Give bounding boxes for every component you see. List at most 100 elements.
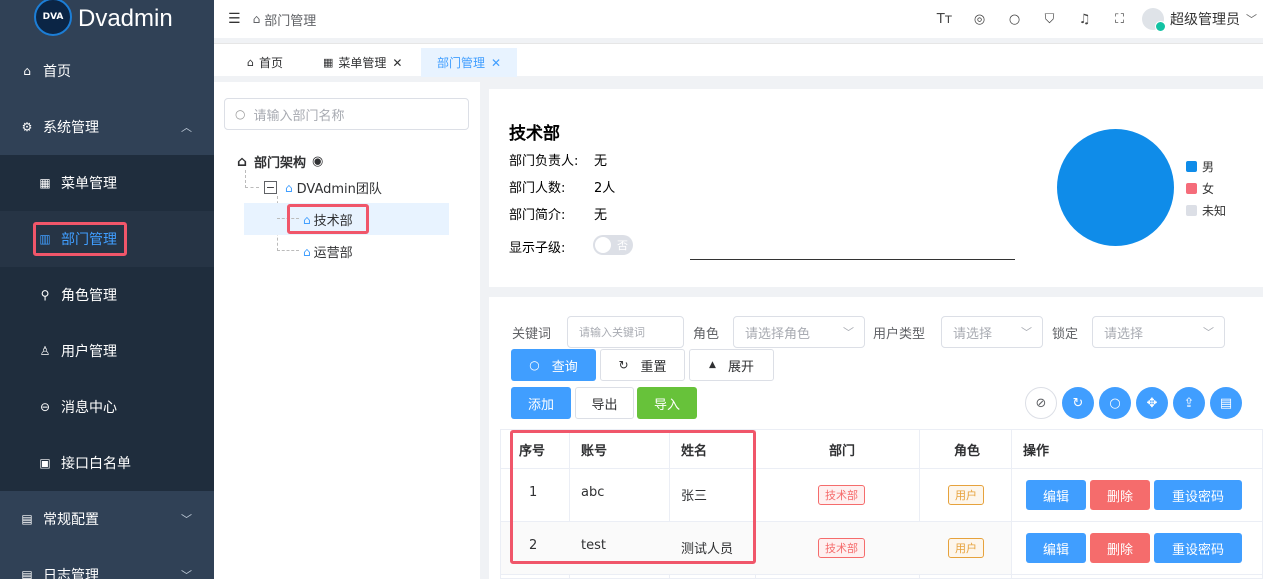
lock-select[interactable]: 请选择 ﹀ bbox=[1092, 316, 1225, 348]
close-icon[interactable]: ✕ bbox=[392, 56, 402, 70]
sidebar-item-message[interactable]: ⊖ 消息中心 bbox=[0, 379, 214, 435]
dept-search-input[interactable]: ○ 请输入部门名称 bbox=[224, 98, 469, 130]
log-icon: ▤ bbox=[21, 568, 33, 579]
top-header: ☰ ⌂ 部门管理 Tт ◎ ○ ⛉ ♫ ⛶ 超级管理员 ﹀ bbox=[214, 0, 1263, 38]
upload-icon[interactable]: ⇪ bbox=[1173, 387, 1205, 419]
language-icon[interactable]: ◎ bbox=[962, 12, 997, 27]
move-icon[interactable]: ✥ bbox=[1136, 387, 1168, 419]
theme-icon[interactable]: ⛉ bbox=[1032, 12, 1067, 27]
show-children-label: 显示子级: bbox=[509, 241, 566, 256]
role-icon: ⚲ bbox=[40, 288, 50, 302]
tree-node-team[interactable]: − ⌂ DVAdmin团队 bbox=[264, 178, 382, 197]
logo-badge: DVA bbox=[34, 0, 72, 36]
tab-dept[interactable]: 部门管理 ✕ bbox=[421, 48, 517, 77]
sidebar-item-label: 日志管理 bbox=[43, 568, 99, 579]
gender-pie bbox=[1057, 129, 1174, 246]
toggle-label: 否 bbox=[617, 239, 628, 252]
close-icon[interactable]: ✕ bbox=[491, 56, 501, 70]
sidebar-item-menu[interactable]: ▦ 菜单管理 bbox=[0, 155, 214, 211]
app-name: Dvadmin bbox=[78, 5, 173, 32]
tab-menu[interactable]: ▦ 菜单管理 ✕ bbox=[315, 48, 410, 77]
search-icon[interactable]: ○ bbox=[997, 12, 1032, 27]
dept-tag: 技术部 bbox=[818, 538, 865, 558]
tab-bar: ⌂ 首页 ▦ 菜单管理 ✕ 部门管理 ✕ bbox=[214, 43, 1263, 77]
collapse-icon[interactable]: − bbox=[264, 181, 277, 194]
breadcrumb-current: 部门管理 bbox=[264, 13, 317, 29]
chevron-down-icon: ﹀ bbox=[843, 326, 854, 339]
edit-button[interactable]: 编辑 bbox=[1026, 480, 1086, 510]
dept-tag: 技术部 bbox=[818, 485, 865, 505]
role-label: 角色 bbox=[693, 327, 720, 342]
tree-connector bbox=[245, 170, 246, 188]
sidebar-item-system[interactable]: ⚙ 系统管理 ︿ bbox=[0, 99, 214, 155]
query-button[interactable]: ○ 查询 bbox=[511, 349, 596, 381]
delete-button[interactable]: 删除 bbox=[1090, 533, 1150, 563]
legend-item-unknown[interactable]: 未知 bbox=[1186, 202, 1226, 219]
chart-axis-line bbox=[690, 259, 1015, 260]
add-button[interactable]: 添加 bbox=[511, 387, 571, 419]
sidebar-item-config[interactable]: ▤ 常规配置 ﹀ bbox=[0, 491, 214, 547]
search-icon[interactable]: ○ bbox=[1099, 387, 1131, 419]
tab-home[interactable]: ⌂ 首页 bbox=[239, 48, 291, 77]
keyword-input[interactable]: 请输入关键词 bbox=[567, 316, 684, 348]
caret-up-icon: ▲ bbox=[709, 360, 716, 370]
dept-info-row: 部门人数: 2人 bbox=[509, 181, 616, 196]
refresh-icon[interactable]: ↻ bbox=[1062, 387, 1094, 419]
tree-connector bbox=[277, 250, 299, 251]
sidebar-item-label: 系统管理 bbox=[43, 120, 99, 136]
highlight-box bbox=[33, 222, 127, 256]
logo: DVA Dvadmin bbox=[0, 0, 214, 38]
edit-button[interactable]: 编辑 bbox=[1026, 533, 1086, 563]
export-button[interactable]: 导出 bbox=[575, 387, 634, 419]
reset-password-button[interactable]: 重设密码 bbox=[1154, 480, 1242, 510]
dept-info-row: 部门简介: 无 bbox=[509, 208, 608, 223]
font-size-icon[interactable]: Tт bbox=[927, 12, 962, 27]
sidebar-item-role[interactable]: ⚲ 角色管理 bbox=[0, 267, 214, 323]
import-button[interactable]: 导入 bbox=[637, 387, 697, 419]
sidebar-item-log[interactable]: ▤ 日志管理 ﹀ bbox=[0, 547, 214, 579]
reset-button[interactable]: ↻ 重置 bbox=[600, 349, 685, 381]
fullscreen-icon[interactable]: ⛶ bbox=[1102, 12, 1137, 27]
eye-icon[interactable]: ◉ bbox=[312, 154, 323, 169]
tree-root[interactable]: ⌂ 部门架构 ◉ bbox=[237, 152, 323, 172]
menu-toggle-icon[interactable]: ☰ bbox=[228, 11, 241, 27]
column-header: 角色 bbox=[954, 443, 981, 459]
column-header: 操作 bbox=[1023, 443, 1050, 459]
legend-item-female[interactable]: 女 bbox=[1186, 180, 1214, 197]
header-tools: Tт ◎ ○ ⛉ ♫ ⛶ bbox=[927, 0, 1137, 38]
user-menu[interactable]: 超级管理员 ﹀ bbox=[1142, 0, 1257, 38]
tree-node-label: DVAdmin团队 bbox=[296, 182, 382, 197]
highlight-box bbox=[287, 204, 369, 234]
search-icon: ○ bbox=[529, 358, 540, 372]
breadcrumb: ⌂ 部门管理 bbox=[253, 10, 317, 29]
show-children-toggle[interactable]: 否 bbox=[593, 235, 633, 255]
dept-info-card: 技术部 部门负责人: 无 部门人数: 2人 部门简介: 无 显示子级: 否 男 … bbox=[489, 89, 1263, 287]
delete-button[interactable]: 删除 bbox=[1090, 480, 1150, 510]
user-list-card: 关键词 请输入关键词 角色 请选择角色 ﹀ 用户类型 请选择 ﹀ 锁定 请选择 … bbox=[489, 297, 1263, 579]
user-icon: ♙ bbox=[39, 344, 51, 358]
sidebar-item-whitelist[interactable]: ▣ 接口白名单 bbox=[0, 435, 214, 491]
sidebar-item-label: 菜单管理 bbox=[61, 176, 117, 192]
whitelist-icon: ▣ bbox=[39, 456, 51, 470]
sidebar-item-label: 角色管理 bbox=[61, 288, 117, 304]
dept-info-row: 部门负责人: 无 bbox=[509, 154, 608, 169]
sidebar-item-user[interactable]: ♙ 用户管理 bbox=[0, 323, 214, 379]
search-icon: ○ bbox=[235, 107, 246, 121]
tree-node-ops[interactable]: ⌂ 运营部 bbox=[303, 242, 353, 262]
bell-icon[interactable]: ♫ bbox=[1067, 12, 1102, 27]
role-select[interactable]: 请选择角色 ﹀ bbox=[733, 316, 865, 348]
usertype-label: 用户类型 bbox=[873, 327, 926, 342]
home-icon: ⌂ bbox=[237, 153, 248, 170]
sidebar-item-home[interactable]: ⌂ 首页 bbox=[0, 43, 214, 99]
highlight-box bbox=[510, 430, 756, 564]
column-settings-icon[interactable]: ▤ bbox=[1210, 387, 1242, 419]
eye-off-icon[interactable]: ⊘ bbox=[1025, 387, 1057, 419]
sidebar-item-label: 常规配置 bbox=[43, 512, 99, 528]
dept-tree-panel: ○ 请输入部门名称 ⌂ 部门架构 ◉ − ⌂ DVAdmin团队 ⌂ 技术部 ⌂… bbox=[214, 82, 480, 579]
refresh-icon: ↻ bbox=[618, 358, 629, 372]
usertype-select[interactable]: 请选择 ﹀ bbox=[941, 316, 1043, 348]
reset-password-button[interactable]: 重设密码 bbox=[1154, 533, 1242, 563]
expand-button[interactable]: ▲ 展开 bbox=[689, 349, 774, 381]
home-icon: ⌂ bbox=[23, 64, 31, 78]
legend-item-male[interactable]: 男 bbox=[1186, 158, 1214, 175]
